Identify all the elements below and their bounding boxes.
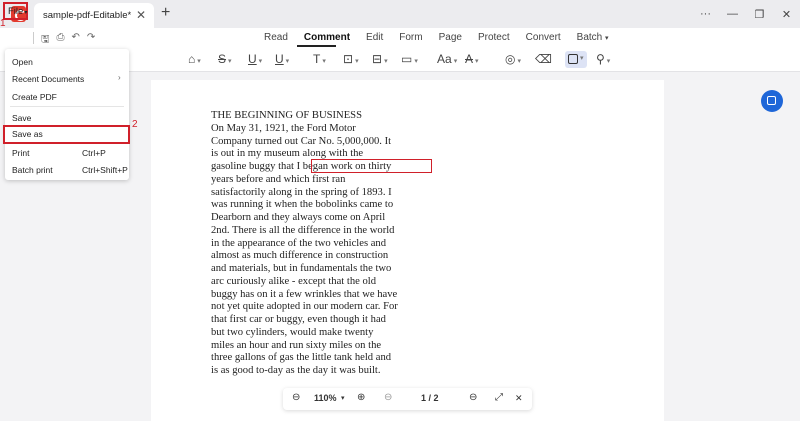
text-line: miles an hour and run sixty miles on the	[211, 339, 382, 351]
document-tab[interactable]: sample-pdf-Editable* ✕	[34, 3, 154, 28]
more-icon[interactable]: ···	[692, 8, 719, 20]
tab-batch[interactable]: Batch ▾	[577, 32, 609, 43]
text-line: three gallons of gas the little tank hel…	[211, 352, 392, 364]
text-line: Company turned out Car No. 5,000,000. It	[211, 135, 392, 147]
tab-edit[interactable]: Edit	[366, 32, 383, 43]
tab-read[interactable]: Read	[264, 32, 288, 43]
menu-item-print[interactable]: Print	[12, 148, 29, 158]
text-line: 2nd. There is all the difference in the …	[211, 224, 395, 236]
page-indicator[interactable]: 1 / 2	[421, 393, 439, 403]
tab-title: sample-pdf-Editable*	[43, 10, 132, 21]
ai-assistant-button[interactable]	[761, 90, 783, 112]
text-line: not yet quite adopted in our modern car.…	[211, 301, 398, 313]
text-line: in the appearance of the two vehicles an…	[211, 237, 387, 249]
menu-item-batch-print[interactable]: Batch print	[12, 165, 53, 175]
window-controls: ··· — ❐ ✕	[692, 0, 800, 28]
submenu-arrow-icon: ›	[118, 73, 121, 82]
menu-item-recent-documents[interactable]: Recent Documents	[12, 74, 84, 84]
eraser-tool-icon[interactable]: ⌫	[535, 52, 552, 66]
print-shortcut: Ctrl+P	[82, 148, 106, 158]
ai-assistant-icon	[767, 96, 776, 105]
squiggly-tool-icon[interactable]: U ▾	[275, 52, 289, 66]
rectangle-annotation[interactable]	[311, 159, 432, 173]
menu-item-create-pdf[interactable]: Create PDF	[12, 92, 57, 102]
textbox-tool-icon[interactable]: ⊡ ▾	[343, 52, 359, 66]
tab-batch-label: Batch	[576, 32, 603, 43]
step-marker-1: 1	[0, 18, 6, 29]
menu-divider	[10, 106, 124, 107]
rectangle-tool-button[interactable]: ▾	[565, 51, 587, 68]
main-tabs: Read Comment Edit Form Page Protect Conv…	[264, 32, 625, 43]
tab-form[interactable]: Form	[399, 32, 422, 43]
active-tab-indicator	[297, 45, 336, 47]
text-line: but two cylinders, would make twenty	[211, 326, 374, 338]
insert-text-tool-icon[interactable]: A ▾	[465, 52, 479, 66]
tab-convert[interactable]: Convert	[526, 32, 561, 43]
text-line: was running it when the bobolinks came t…	[211, 199, 394, 211]
zoom-caret-icon[interactable]: ▾	[341, 394, 345, 402]
previous-page-icon[interactable]: ⊖	[384, 392, 392, 403]
note-tool-icon[interactable]: ▭ ▾	[401, 52, 418, 66]
shape-tool-icon[interactable]: ◎ ▾	[505, 52, 521, 66]
tab-page[interactable]: Page	[439, 32, 462, 43]
text-line: buggy has on it a few wrinkles that we h…	[211, 288, 398, 300]
text-line: almost as much difference in constructio…	[211, 250, 389, 262]
save-icon[interactable]: 🖫	[41, 32, 50, 49]
tab-comment[interactable]: Comment	[304, 32, 350, 43]
file-menu-dropdown: Open Recent Documents › Create PDF Save …	[5, 49, 129, 180]
quick-access-toolbar: 🖫 ⎙ ↶ ↷	[41, 32, 95, 49]
undo-icon[interactable]: ↶	[72, 32, 80, 49]
divider	[33, 32, 34, 44]
text-line: years before and which first ran	[211, 173, 346, 185]
text-line: On May 31, 1921, the Ford Motor	[211, 122, 356, 134]
redo-icon[interactable]: ↷	[87, 32, 95, 49]
print-icon[interactable]: ⎙	[57, 32, 65, 49]
save-as-highlight-box	[3, 125, 130, 144]
title-bar: sample-pdf-Editable* ✕ + ··· — ❐ ✕	[0, 0, 800, 28]
file-menu-button[interactable]: File▾	[3, 2, 28, 20]
document-text[interactable]: THE BEGINNING OF BUSINESS On May 31, 1921…	[211, 110, 398, 378]
close-window-icon[interactable]: ✕	[773, 8, 800, 21]
minimize-icon[interactable]: —	[719, 8, 746, 20]
underline-tool-icon[interactable]: U ▾	[248, 52, 262, 66]
text-line: THE BEGINNING OF BUSINESS	[211, 110, 362, 121]
rectangle-icon	[568, 54, 578, 64]
batch-print-shortcut: Ctrl+Shift+P	[82, 165, 128, 175]
next-page-icon[interactable]: ⊖	[469, 392, 477, 403]
replace-text-tool-icon[interactable]: Aa ▾	[437, 52, 457, 66]
fit-page-icon[interactable]: ⤢	[495, 392, 503, 403]
text-line: and materials, but in fundamentals the t…	[211, 263, 392, 274]
new-tab-icon[interactable]: +	[161, 4, 170, 22]
batch-caret-icon: ▾	[605, 35, 609, 42]
zoom-in-icon[interactable]: ⊕	[357, 392, 365, 403]
callout-tool-icon[interactable]: ⊟ ▾	[372, 52, 388, 66]
strikethrough-tool-icon[interactable]: S ▾	[218, 52, 232, 66]
stamp-tool-icon[interactable]: ⚲ ▾	[596, 52, 610, 66]
rectangle-caret-icon: ▾	[580, 55, 584, 62]
tab-close-icon[interactable]: ✕	[136, 8, 146, 22]
close-zoom-bar-icon[interactable]: ✕	[515, 393, 523, 404]
file-label: File	[8, 6, 24, 17]
menu-item-open[interactable]: Open	[12, 57, 33, 67]
file-caret-icon: ▾	[24, 10, 28, 16]
text-line: that first car or buggy, even though it …	[211, 314, 386, 325]
text-line: arc curiously alike - except that the ol…	[211, 275, 377, 287]
text-line: Dearborn and they always come on April	[211, 212, 386, 223]
menu-item-save[interactable]: Save	[12, 113, 31, 123]
zoom-out-icon[interactable]: ⊖	[292, 392, 300, 403]
maximize-icon[interactable]: ❐	[746, 8, 773, 21]
text-line: is as good to-day as the day it was buil…	[211, 365, 381, 376]
zoom-bar: ⊖ 110% ▾ ⊕ ⊖ 1 / 2 ⊖ ⤢ ✕	[283, 388, 532, 410]
text-line: satisfactorily along in the spring of 18…	[211, 186, 392, 198]
text-tool-icon[interactable]: T ▾	[313, 52, 326, 66]
highlight-tool-icon[interactable]: ⌂ ▾	[188, 52, 201, 66]
zoom-value[interactable]: 110%	[314, 393, 337, 403]
step-marker-2: 2	[132, 119, 138, 130]
tab-protect[interactable]: Protect	[478, 32, 510, 43]
